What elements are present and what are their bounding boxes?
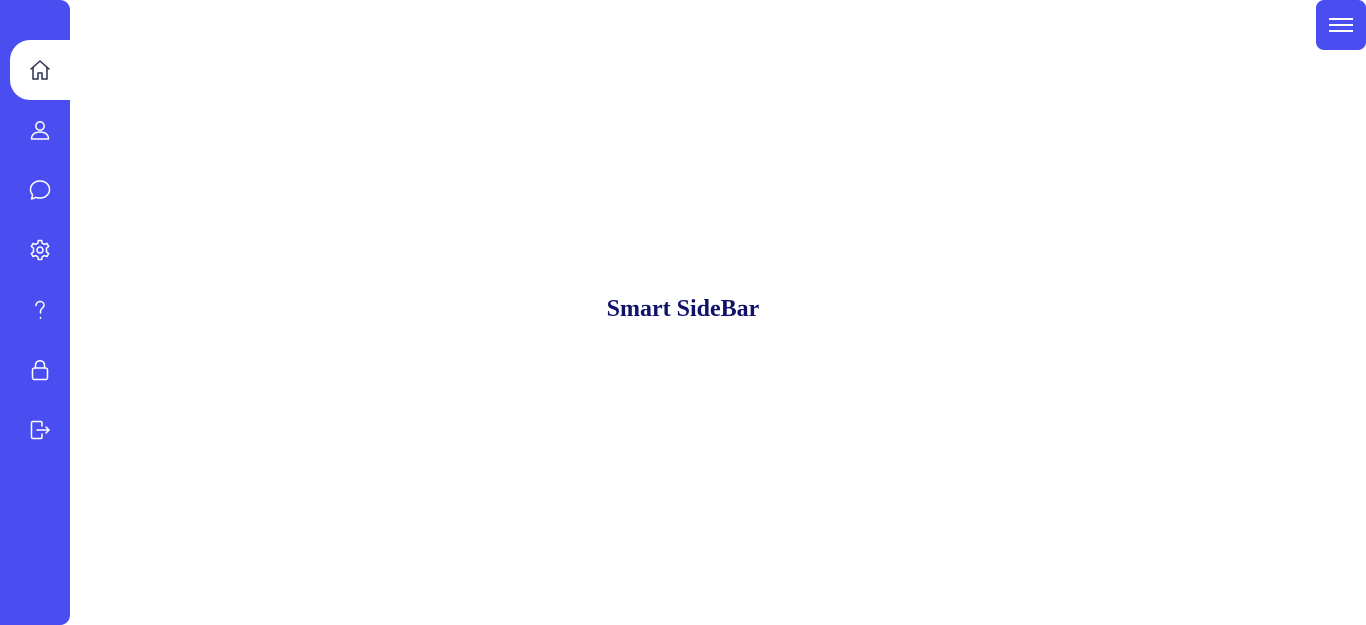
sidebar-item-settings[interactable] — [10, 220, 70, 280]
sidebar-item-messages[interactable] — [10, 160, 70, 220]
user-icon — [28, 118, 52, 142]
sidebar-item-help[interactable] — [10, 280, 70, 340]
hamburger-icon — [1327, 11, 1355, 39]
sidebar-item-profile[interactable] — [10, 100, 70, 160]
help-icon — [28, 298, 52, 322]
home-icon — [28, 58, 52, 82]
gear-icon — [28, 238, 52, 262]
menu-toggle-button[interactable] — [1316, 0, 1366, 50]
lock-icon — [28, 358, 52, 382]
page-title: Smart SideBar — [606, 296, 760, 322]
chat-icon — [28, 178, 52, 202]
sidebar-item-home[interactable] — [10, 40, 70, 100]
sidebar-item-security[interactable] — [10, 340, 70, 400]
sidebar-nav — [10, 40, 70, 460]
sidebar-item-logout[interactable] — [10, 400, 70, 460]
logout-icon — [28, 418, 52, 442]
sidebar — [0, 0, 70, 625]
